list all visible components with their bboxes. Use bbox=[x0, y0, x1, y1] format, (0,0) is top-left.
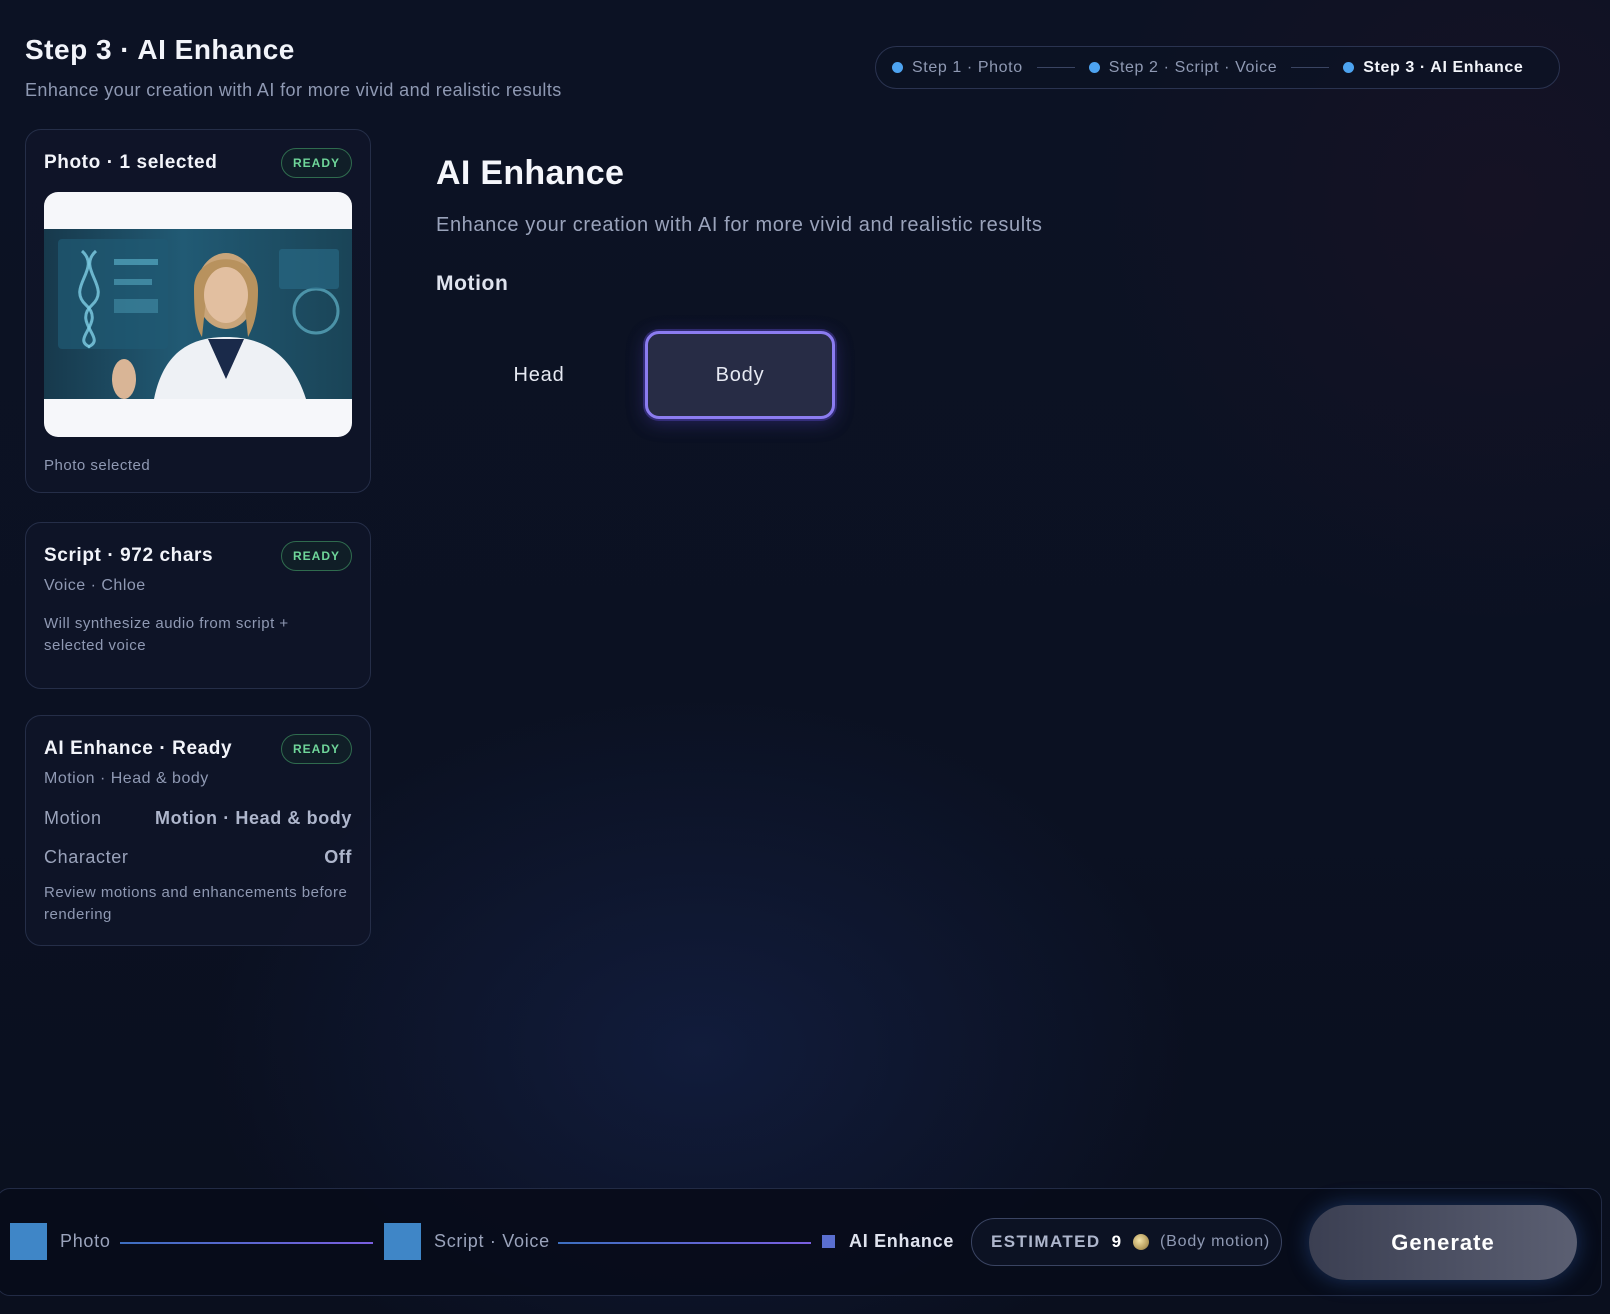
photo-step-thumbnail[interactable] bbox=[10, 1223, 47, 1260]
generate-button[interactable]: Generate bbox=[1309, 1205, 1577, 1280]
summary-row-value: Off bbox=[324, 847, 352, 867]
coin-icon bbox=[1133, 1234, 1150, 1250]
summary-row-label: Motion bbox=[44, 808, 102, 828]
bottom-step-connector bbox=[558, 1242, 811, 1244]
script-summary-card[interactable]: Script · 972 chars READY Voice · Chloe W… bbox=[25, 522, 371, 689]
enhance-summary-card[interactable]: AI Enhance · Ready READY Motion · Head &… bbox=[25, 715, 371, 946]
motion-section-label: Motion bbox=[436, 272, 509, 295]
enhance-card-subtitle: Motion · Head & body bbox=[44, 770, 209, 787]
motion-option-head[interactable]: Head bbox=[444, 331, 634, 419]
progress-stepper: Step 1 · Photo Step 2 · Script · Voice S… bbox=[875, 46, 1560, 89]
ready-badge: READY bbox=[280, 148, 352, 178]
photo-thumbnail[interactable] bbox=[44, 192, 352, 437]
photo-summary-card[interactable]: Photo · 1 selected READY Photo selected bbox=[25, 129, 371, 493]
photo-card-title: Photo · 1 selected bbox=[44, 152, 218, 173]
bottom-step-ai-enhance[interactable]: AI Enhance bbox=[849, 1231, 954, 1252]
stepper-step-label: Step 2 · Script · Voice bbox=[1108, 58, 1278, 76]
enhance-card-title: AI Enhance · Ready bbox=[44, 738, 233, 759]
summary-row-label: Character bbox=[44, 847, 129, 867]
estimate-pill: ESTIMATED 9 (Body motion) bbox=[971, 1218, 1282, 1266]
estimate-label: ESTIMATED bbox=[991, 1232, 1101, 1251]
page-subtitle: Enhance your creation with AI for more v… bbox=[25, 80, 562, 100]
summary-row-character: Character Off bbox=[44, 847, 352, 868]
ready-badge: READY bbox=[280, 541, 352, 571]
enhance-card-note: Review motions and enhancements before r… bbox=[44, 884, 348, 923]
estimate-note: (Body motion) bbox=[1160, 1233, 1271, 1250]
bottom-step-script-voice[interactable]: Script · Voice bbox=[434, 1231, 550, 1252]
script-step-thumbnail[interactable] bbox=[384, 1223, 421, 1260]
stepper-step-label: Step 3 · AI Enhance bbox=[1363, 58, 1524, 76]
summary-row-value: Motion · Head & body bbox=[155, 808, 352, 828]
voice-label: Voice · Chloe bbox=[44, 577, 146, 594]
portrait-illustration bbox=[44, 229, 352, 399]
stepper-step-label: Step 1 · Photo bbox=[912, 58, 1023, 76]
photo-card-note: Photo selected bbox=[44, 457, 151, 474]
step-dot-icon bbox=[892, 62, 903, 73]
step-dot-icon bbox=[1088, 62, 1100, 73]
bottom-step-photo[interactable]: Photo bbox=[60, 1231, 111, 1252]
ready-badge: READY bbox=[280, 734, 352, 764]
script-card-note: Will synthesize audio from script + sele… bbox=[44, 615, 289, 654]
stepper-step-ai-enhance[interactable]: Step 3 · AI Enhance bbox=[1343, 59, 1523, 77]
stepper-connector bbox=[1291, 67, 1330, 68]
summary-row-motion: Motion Motion · Head & body bbox=[44, 808, 352, 829]
stepper-step-script-voice[interactable]: Step 2 · Script · Voice bbox=[1088, 58, 1278, 77]
bottom-step-connector bbox=[120, 1242, 373, 1244]
estimate-value: 9 bbox=[1111, 1232, 1123, 1251]
selected-photo-image bbox=[44, 229, 352, 399]
step-dot-icon bbox=[1343, 62, 1355, 73]
script-card-title: Script · 972 chars bbox=[44, 545, 214, 566]
stepper-connector bbox=[1036, 67, 1075, 68]
main-title: AI Enhance bbox=[436, 154, 625, 192]
motion-option-body[interactable]: Body bbox=[645, 331, 835, 419]
main-subtitle: Enhance your creation with AI for more v… bbox=[436, 214, 1043, 236]
stepper-step-photo[interactable]: Step 1 · Photo bbox=[892, 59, 1023, 77]
page-title: Step 3 · AI Enhance bbox=[25, 34, 295, 65]
ai-enhance-step-marker bbox=[822, 1235, 835, 1248]
